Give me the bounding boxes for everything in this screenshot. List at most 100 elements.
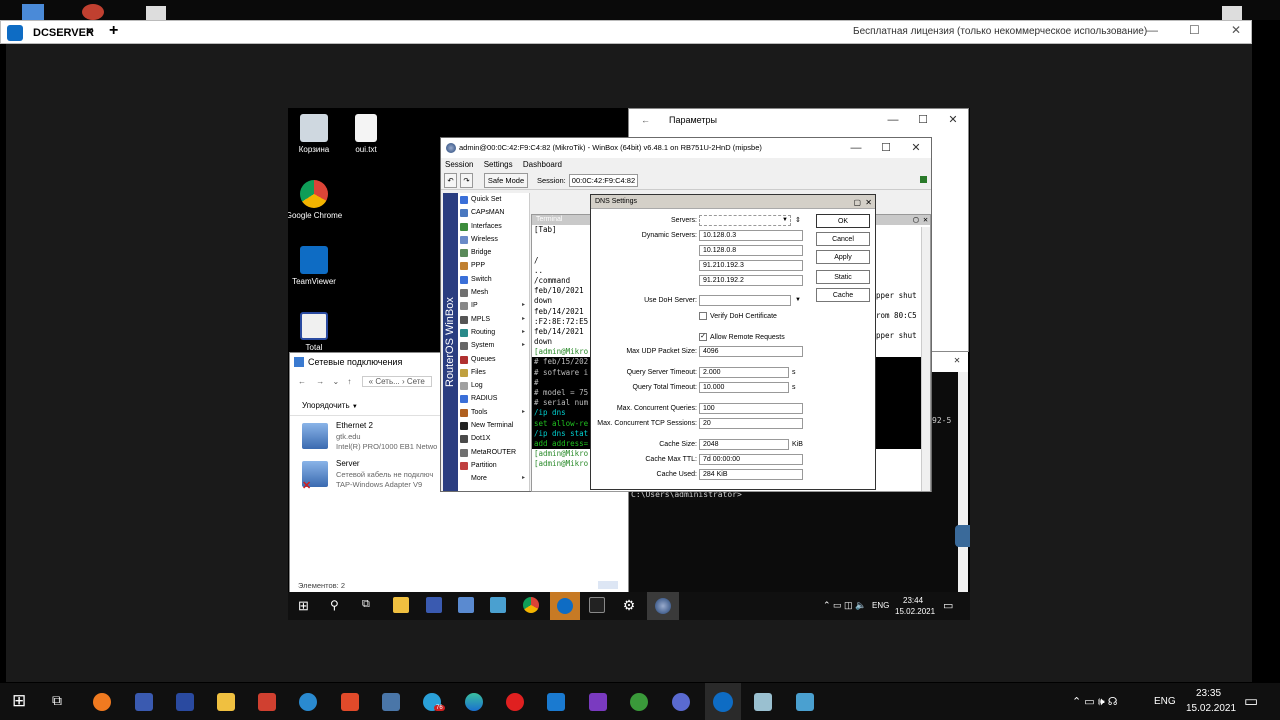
vscode-icon[interactable]: [547, 693, 565, 711]
winbox-menu-item[interactable]: IP ▸: [458, 299, 529, 312]
close-icon[interactable]: ✕: [954, 355, 960, 366]
gear-icon[interactable]: ⚙: [621, 597, 637, 613]
winbox-menu-item[interactable]: New Terminal: [458, 419, 529, 432]
ok-button[interactable]: OK: [816, 214, 870, 228]
language-indicator[interactable]: ENG: [1154, 696, 1176, 707]
cache-button[interactable]: Cache: [816, 288, 870, 302]
discord-icon[interactable]: [672, 693, 690, 711]
search-icon[interactable]: ⚲: [330, 598, 339, 612]
reorder-icon[interactable]: ⇕: [795, 215, 801, 226]
notifications-icon[interactable]: ▭: [1244, 692, 1258, 710]
tray-icons[interactable]: ⌃ ▭ 🕪 ☊: [1072, 695, 1117, 709]
winbox-menu-item[interactable]: Files: [458, 366, 529, 379]
winbox-menu-item[interactable]: Tools ▸: [458, 406, 529, 419]
close-icon[interactable]: ✕: [938, 109, 968, 131]
doh-server-input[interactable]: [699, 295, 791, 306]
mail-icon[interactable]: [258, 693, 276, 711]
winbox-menu-item[interactable]: Log: [458, 379, 529, 392]
terminal-scrollbar[interactable]: [921, 227, 930, 491]
dns-settings-dialog[interactable]: DNS Settings ▢ ✕ Servers: ▼ ⇕ Dynamic Se…: [590, 194, 876, 490]
grid-app-icon[interactable]: [176, 693, 194, 711]
maximize-icon[interactable]: ☐: [871, 138, 901, 158]
edge-icon[interactable]: [465, 693, 483, 711]
winbox-titlebar[interactable]: admin@00:0C:42:F9:C4:82 (MikroTik) - Win…: [441, 138, 931, 158]
query-total-timeout-input[interactable]: 10.000: [699, 382, 789, 393]
winbox-menu-item[interactable]: MetaROUTER: [458, 446, 529, 459]
close-tab-icon[interactable]: ✕: [85, 25, 94, 38]
close-icon[interactable]: ✕: [923, 215, 928, 224]
rdp-icon[interactable]: [490, 597, 506, 613]
app-icon[interactable]: [754, 693, 772, 711]
utorrent-icon[interactable]: [630, 693, 648, 711]
static-button[interactable]: Static: [816, 270, 870, 284]
settings-titlebar[interactable]: ← Параметры — ☐ ✕: [629, 109, 968, 131]
close-icon[interactable]: ✕: [865, 196, 872, 210]
winbox-menu-item[interactable]: More ▸: [458, 472, 529, 485]
avast-icon[interactable]: [93, 693, 111, 711]
winbox-menu-item[interactable]: Switch: [458, 273, 529, 286]
maximize-icon[interactable]: ▢: [914, 215, 919, 224]
winbox-menu-item[interactable]: Mesh: [458, 286, 529, 299]
winbox-menu-item[interactable]: CAPsMAN: [458, 206, 529, 219]
udp-size-input[interactable]: 4096: [699, 346, 803, 357]
maximize-icon[interactable]: ☐: [908, 109, 938, 131]
desktop-icon-chrome[interactable]: Google Chrome: [288, 180, 344, 221]
winbox-task-icon[interactable]: [647, 592, 679, 620]
up-arrow-icon[interactable]: ↑: [347, 377, 351, 386]
clock-date[interactable]: 15.02.2021: [895, 607, 935, 616]
desktop-icon-oui[interactable]: oui.txt: [336, 114, 396, 155]
winbox-menu-item[interactable]: System ▸: [458, 339, 529, 352]
redo-button[interactable]: ↷: [460, 173, 473, 188]
safe-mode-button[interactable]: Safe Mode: [484, 173, 528, 188]
organize-menu[interactable]: Упорядочить ▼: [302, 401, 358, 410]
task-view-icon[interactable]: ⧉: [362, 598, 370, 611]
close-icon[interactable]: ✕: [901, 138, 931, 158]
verify-doh-checkbox[interactable]: [699, 312, 707, 320]
cmd-scrollbar[interactable]: [958, 372, 968, 592]
clock-time[interactable]: 23:35: [1196, 688, 1221, 699]
winbox-menu-item[interactable]: MPLS ▸: [458, 313, 529, 326]
minimize-icon[interactable]: —: [878, 109, 908, 131]
forward-arrow-icon[interactable]: →: [316, 377, 324, 386]
winbox-menu-item[interactable]: Wireless: [458, 233, 529, 246]
host-desktop-icon[interactable]: [82, 4, 104, 20]
back-arrow-icon[interactable]: ←: [298, 377, 306, 386]
winbox-menu-item[interactable]: Interfaces: [458, 220, 529, 233]
maximize-icon[interactable]: ☐: [1189, 23, 1200, 37]
query-server-timeout-input[interactable]: 2.000: [699, 367, 789, 378]
clock-time[interactable]: 23:44: [903, 596, 923, 605]
host-desktop-icon[interactable]: [22, 4, 44, 20]
view-toggle-icon[interactable]: [598, 581, 618, 589]
winbox-menu-item[interactable]: Bridge: [458, 246, 529, 259]
winbox-menu-item[interactable]: RADIUS: [458, 392, 529, 405]
teamviewer-side-handle[interactable]: [955, 525, 970, 547]
cmd-icon[interactable]: [589, 597, 605, 613]
save-icon[interactable]: [426, 597, 442, 613]
breadcrumb[interactable]: « Сеть... › Сете: [361, 376, 432, 387]
language-indicator[interactable]: ENG: [872, 601, 889, 610]
undo-button[interactable]: ↶: [444, 173, 457, 188]
max-concurrent-queries-input[interactable]: 100: [699, 403, 803, 414]
explorer-icon[interactable]: [217, 693, 235, 711]
host-desktop-icon[interactable]: [146, 6, 166, 20]
rdp-icon[interactable]: [796, 693, 814, 711]
chevron-down-icon[interactable]: ▼: [795, 295, 801, 306]
cache-size-input[interactable]: 2048: [699, 439, 789, 450]
network-app-icon[interactable]: [458, 597, 474, 613]
visual-studio-icon[interactable]: [589, 693, 607, 711]
clock-date[interactable]: 15.02.2021: [1186, 703, 1236, 714]
cancel-button[interactable]: Cancel: [816, 232, 870, 246]
desktop-icon-total[interactable]: Total: [288, 312, 344, 353]
mail-alt-icon[interactable]: [341, 693, 359, 711]
vk-icon[interactable]: [382, 693, 400, 711]
menu-dashboard[interactable]: Dashboard: [523, 160, 562, 169]
allow-remote-checkbox[interactable]: ✓: [699, 333, 707, 341]
winbox-menu-item[interactable]: Queues: [458, 353, 529, 366]
chevron-down-icon[interactable]: ⌄: [332, 377, 339, 386]
winbox-menu-item[interactable]: PPP: [458, 259, 529, 272]
dns-titlebar[interactable]: DNS Settings ▢ ✕: [591, 195, 875, 209]
winbox-menu-item[interactable]: Partition: [458, 459, 529, 472]
cache-ttl-input[interactable]: 7d 00:00:00: [699, 454, 803, 465]
tray-icons[interactable]: ⌃ ▭ ◫ 🔈: [823, 600, 866, 611]
max-tcp-sessions-input[interactable]: 20: [699, 418, 803, 429]
